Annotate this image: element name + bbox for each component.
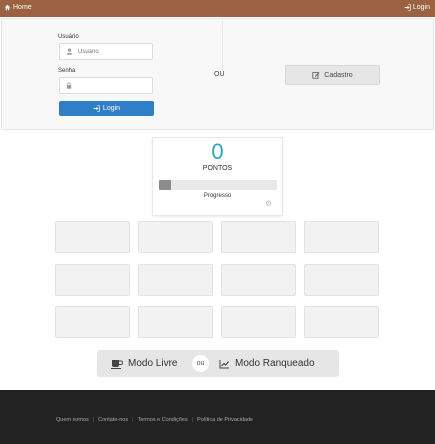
free-mode-label: Modo Livre: [128, 358, 178, 369]
lock-icon: [66, 82, 72, 89]
game-tile[interactable]: [221, 264, 296, 296]
progress-fill: [159, 180, 171, 190]
progress-bar: [159, 180, 277, 190]
password-input[interactable]: [77, 82, 147, 89]
divider: [222, 21, 223, 71]
score-card: 0 PONTOS Progresso ⚙: [152, 137, 283, 216]
login-button-label: Login: [102, 105, 121, 112]
footer-link[interactable]: Termos e Condições: [138, 417, 188, 423]
progress-label: Progresso: [203, 193, 232, 199]
settings-icon[interactable]: ⚙: [265, 199, 272, 208]
top-navbar: Home Login: [0, 0, 435, 17]
home-link[interactable]: Home: [4, 4, 32, 11]
game-tile[interactable]: [304, 221, 379, 253]
coffee-icon: [111, 359, 123, 369]
game-tile[interactable]: [138, 264, 213, 296]
line-chart-icon: [219, 359, 229, 368]
username-field[interactable]: [59, 43, 153, 60]
sign-in-icon: [93, 105, 100, 112]
game-tile[interactable]: [221, 221, 296, 253]
ranked-mode-label: Modo Ranqueado: [235, 358, 315, 369]
password-label: Senha: [58, 68, 76, 74]
footer-separator: |: [132, 417, 134, 423]
free-mode-button[interactable]: Modo Livre: [111, 350, 177, 377]
ranked-mode-button[interactable]: Modo Ranqueado: [219, 350, 315, 377]
home-label: Home: [13, 4, 32, 11]
edit-icon: [312, 72, 320, 79]
points-value: 0: [211, 139, 224, 164]
game-tile[interactable]: [55, 306, 130, 338]
password-field[interactable]: [59, 77, 153, 94]
footer: Quem somos | Contate-nos | Termos e Condiçõe…: [0, 390, 435, 444]
footer-separator: |: [191, 417, 194, 423]
mode-or-badge: ou: [192, 355, 209, 372]
register-button-label: Cadastro: [324, 71, 353, 79]
footer-separator: |: [92, 417, 95, 423]
login-button[interactable]: Login: [59, 101, 154, 116]
username-label: Usuário: [58, 34, 79, 40]
game-tile[interactable]: [55, 264, 130, 296]
login-panel: Usuário Senha Login OU Cadastro: [1, 18, 434, 130]
points-label: PONTOS: [202, 165, 233, 172]
username-input[interactable]: [78, 48, 148, 55]
register-button[interactable]: Cadastro: [285, 65, 380, 85]
login-link[interactable]: Login: [404, 4, 430, 11]
sign-in-icon: [404, 4, 411, 11]
or-text: OU: [214, 71, 225, 78]
home-icon: [4, 4, 11, 11]
login-label: Login: [412, 4, 430, 11]
game-tile[interactable]: [138, 221, 213, 253]
footer-link[interactable]: Contate-nos: [98, 417, 128, 423]
footer-link[interactable]: Política de Privacidade: [197, 417, 253, 423]
footer-links: Quem somos | Contate-nos | Termos e Condiçõe…: [56, 417, 253, 423]
user-icon: [66, 48, 73, 55]
footer-link[interactable]: Quem somos: [56, 417, 89, 423]
mode-selector: Modo Livre ou Modo Ranqueado: [97, 350, 339, 377]
game-tile[interactable]: [304, 306, 379, 338]
game-tile[interactable]: [55, 221, 130, 253]
game-tile[interactable]: [138, 306, 213, 338]
game-tile[interactable]: [304, 264, 379, 296]
game-tile[interactable]: [221, 306, 296, 338]
